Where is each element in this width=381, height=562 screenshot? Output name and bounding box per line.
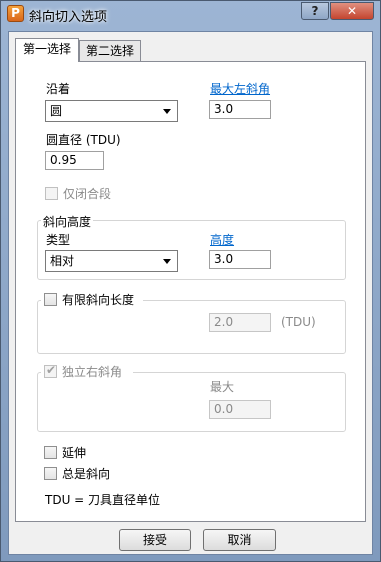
tab-panel-first-choice: 沿着 最大左斜角 圆 3.0 圆直径 (TDU) 0.95 仅闭合段 斜向高度 … <box>15 61 366 522</box>
close-button[interactable]: ✕ <box>330 2 374 20</box>
limit-length-checkbox[interactable] <box>44 293 57 306</box>
ramp-type-select[interactable]: 相对 <box>45 250 178 272</box>
max-right-label: 最大 <box>210 380 235 394</box>
along-select[interactable]: 圆 <box>45 100 178 122</box>
extend-label: 延伸 <box>62 446 87 460</box>
chevron-down-icon <box>163 259 171 264</box>
closed-only-label: 仅闭合段 <box>63 187 112 201</box>
cancel-button[interactable]: 取消 <box>203 529 276 551</box>
limit-length-unit: (TDU) <box>281 315 316 329</box>
diameter-label: 圆直径 (TDU) <box>46 133 121 147</box>
extend-checkbox[interactable] <box>44 446 57 459</box>
dialog-client-area: 第一选择 第二选择 沿着 最大左斜角 圆 3.0 圆直径 (TDU) 0.95 … <box>8 31 373 555</box>
always-ramp-checkbox[interactable] <box>44 467 57 480</box>
window-title: 斜向切入选项 <box>29 10 108 25</box>
diameter-input[interactable]: 0.95 <box>45 151 104 170</box>
independent-right-checkbox[interactable]: ✔ <box>44 363 57 378</box>
always-ramp-label: 总是斜向 <box>62 467 111 481</box>
max-left-angle-input[interactable]: 3.0 <box>209 100 271 119</box>
app-logo-icon: P <box>7 5 24 22</box>
dialog-window: P 斜向切入选项 ? ✕ 第一选择 第二选择 沿着 最大左斜角 圆 3.0 圆直… <box>0 0 381 562</box>
ramp-type-label: 类型 <box>46 233 71 247</box>
along-label: 沿着 <box>46 82 71 96</box>
limit-length-label: 有限斜向长度 <box>62 293 135 307</box>
ramp-type-select-value: 相对 <box>50 254 75 268</box>
tab-second-choice[interactable]: 第二选择 <box>79 40 141 62</box>
chevron-down-icon <box>163 109 171 114</box>
max-left-angle-link[interactable]: 最大左斜角 <box>210 80 270 97</box>
max-right-input[interactable]: 0.0 <box>209 400 271 419</box>
height-link[interactable]: 高度 <box>210 231 234 248</box>
independent-right-label: 独立右斜角 <box>62 365 123 379</box>
ramp-height-group-label: 斜向高度 <box>41 213 94 230</box>
accept-button[interactable]: 接受 <box>119 529 191 551</box>
title-bar[interactable]: P 斜向切入选项 ? ✕ <box>1 1 380 27</box>
closed-only-checkbox[interactable] <box>45 187 58 200</box>
help-button[interactable]: ? <box>301 2 329 20</box>
tab-first-choice[interactable]: 第一选择 <box>15 38 79 62</box>
check-icon: ✔ <box>46 363 57 377</box>
limit-length-input[interactable]: 2.0 <box>209 313 271 332</box>
height-input[interactable]: 3.0 <box>209 250 271 269</box>
independent-right-group <box>37 372 346 432</box>
tdu-note: TDU = 刀具直径单位 <box>45 493 161 507</box>
along-select-value: 圆 <box>50 104 63 118</box>
